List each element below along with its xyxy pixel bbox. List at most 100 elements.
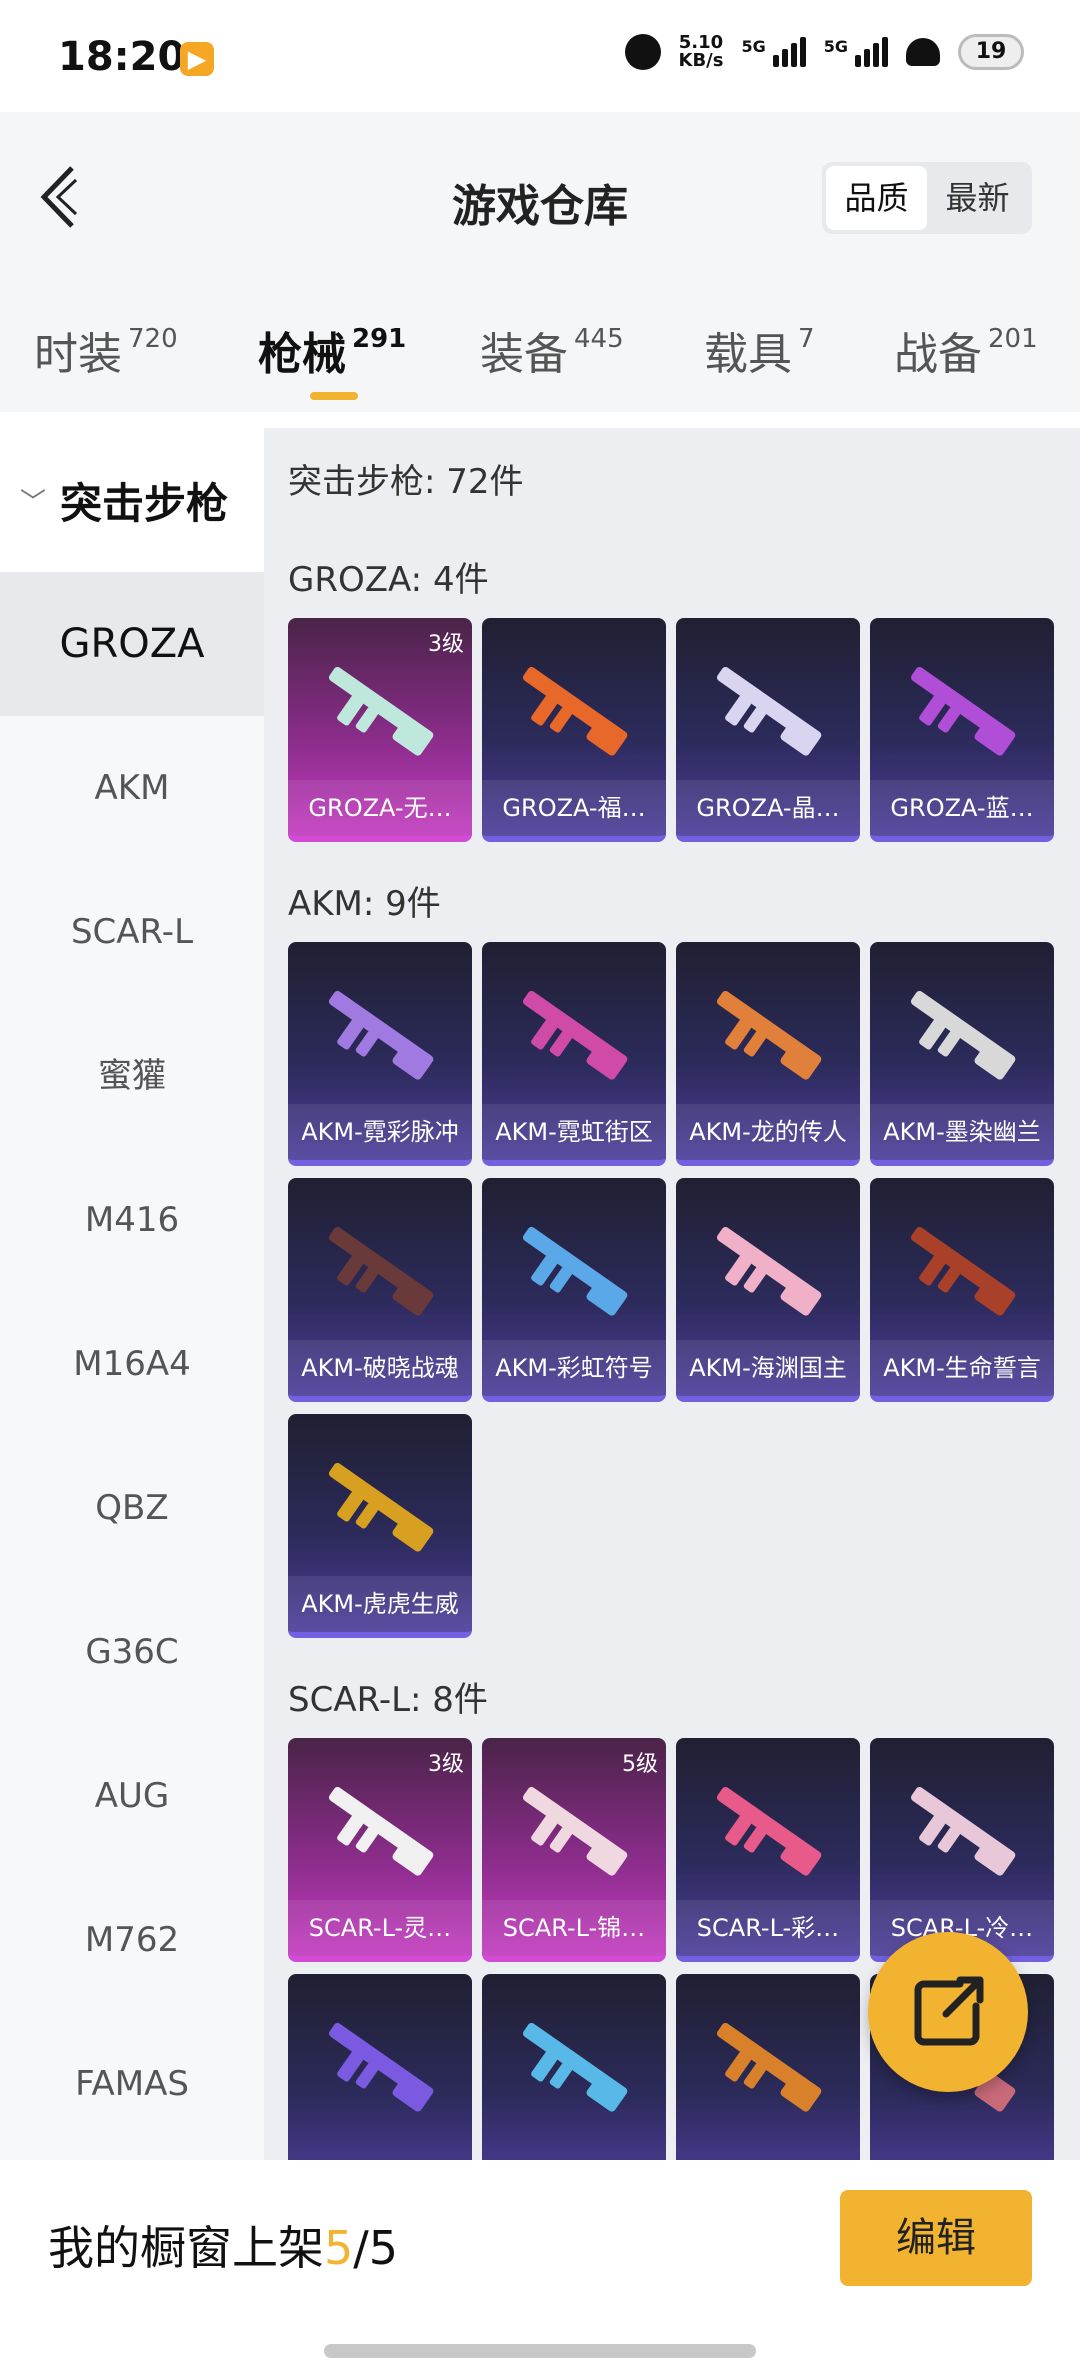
tab-supplies[interactable]: 战备 201 (894, 318, 1038, 382)
sort-quality-button[interactable]: 品质 (826, 166, 927, 230)
status-time: 18:20 (58, 34, 186, 80)
sidebar-item-m762[interactable]: M762 (0, 1868, 264, 2012)
weapon-skin-icon (910, 990, 1016, 1080)
app-notification-icon: ▶ (180, 42, 214, 76)
weapon-card[interactable]: SCAR-L-冷… (870, 1738, 1054, 1962)
card-name: AKM-生命誓言 (870, 1340, 1054, 1396)
weapon-skin-icon (716, 1226, 822, 1316)
card-name: AKM-龙的传人 (676, 1104, 860, 1160)
weapon-skin-icon (328, 1786, 434, 1876)
network-speed: 5.10 KB/s (678, 32, 724, 71)
sidebar-item-m416[interactable]: M416 (0, 1148, 264, 1292)
weapon-card[interactable]: GROZA-晶… (676, 618, 860, 842)
sidebar-item-honey-badger[interactable]: 蜜獾 (0, 1004, 264, 1148)
weapon-skin-icon (716, 666, 822, 756)
sidebar-item-groza[interactable]: GROZA (0, 572, 264, 716)
card-name: SCAR-L-灵… (288, 1900, 472, 1956)
weapon-skin-icon (716, 2022, 822, 2112)
weapon-skin-icon (328, 1462, 434, 1552)
showcase-bar: 我的橱窗上架5/5 编辑 (0, 2160, 1080, 2376)
weapon-card[interactable]: AKM-彩虹符号 (482, 1178, 666, 1402)
section-title-groza: GROZA: 4件 (288, 560, 489, 600)
weapon-card[interactable]: 3级 GROZA-无… (288, 618, 472, 842)
sort-newest-button[interactable]: 最新 (927, 166, 1028, 230)
showcase-count: 我的橱窗上架5/5 (48, 2221, 399, 2275)
card-name: GROZA-福… (482, 780, 666, 836)
weapon-skin-icon (328, 990, 434, 1080)
active-tab-indicator (310, 392, 358, 400)
weapon-skin-icon (716, 990, 822, 1080)
weapon-grid: 突击步枪: 72件 GROZA: 4件 AKM: 9件 SCAR-L: 8件 3… (264, 428, 1080, 2160)
card-name: AKM-海渊国主 (676, 1340, 860, 1396)
weapon-card[interactable] (288, 1974, 472, 2160)
weapon-card[interactable]: GROZA-福… (482, 618, 666, 842)
weapon-skin-icon (328, 2022, 434, 2112)
weapon-card[interactable]: GROZA-蓝… (870, 618, 1054, 842)
sidebar-item-scar-l[interactable]: SCAR-L (0, 860, 264, 1004)
weapon-skin-icon (328, 666, 434, 756)
card-name: AKM-虎虎生威 (288, 1576, 472, 1632)
status-bar: 18:20 ▶ 5.10 KB/s 5G 5G 19 (0, 0, 1080, 112)
weapon-skin-icon (328, 1226, 434, 1316)
section-title-akm: AKM: 9件 (288, 884, 441, 924)
wifi-icon (906, 38, 940, 66)
edit-button[interactable]: 编辑 (840, 2190, 1032, 2286)
weapon-card[interactable]: AKM-破晓战魂 (288, 1178, 472, 1402)
share-button[interactable] (868, 1932, 1028, 2092)
weapon-skin-icon (522, 1786, 628, 1876)
card-name: AKM-墨染幽兰 (870, 1104, 1054, 1160)
app-screen: { "status": {"time":"18:20","speed":"5.1… (0, 0, 1080, 2376)
sort-toggle: 品质 最新 (822, 162, 1032, 234)
sidebar-item-akm[interactable]: AKM (0, 716, 264, 860)
chevron-down-icon: ﹀ (20, 487, 47, 518)
tab-vehicles[interactable]: 载具 7 (704, 318, 815, 382)
card-name: AKM-霓彩脉冲 (288, 1104, 472, 1160)
card-name: SCAR-L-彩… (676, 1900, 860, 1956)
sidebar-item-aug[interactable]: AUG (0, 1724, 264, 1868)
weapon-card[interactable]: AKM-霓彩脉冲 (288, 942, 472, 1166)
weapon-card[interactable]: 3级 SCAR-L-灵… (288, 1738, 472, 1962)
card-level-badge: 3级 (428, 1752, 464, 1777)
weapon-skin-icon (522, 1226, 628, 1316)
alarm-icon (624, 34, 661, 70)
weapon-skin-icon (910, 1786, 1016, 1876)
card-name: GROZA-无… (288, 780, 472, 836)
weapon-card[interactable]: AKM-霓虹街区 (482, 942, 666, 1166)
card-name: AKM-彩虹符号 (482, 1340, 666, 1396)
weapon-skin-icon (716, 1786, 822, 1876)
tab-guns[interactable]: 枪械 291 (258, 318, 406, 382)
signal-icon: 5G (741, 37, 806, 67)
category-tabs: 时装 720 枪械 291 装备 445 载具 7 战备 201 (0, 318, 1080, 410)
weapon-skin-icon (522, 2022, 628, 2112)
sidebar-item-qbz[interactable]: QBZ (0, 1436, 264, 1580)
weapon-sidebar: ﹀ 突击步枪 GROZA AKM SCAR-L 蜜獾 M416 M16A4 QB… (0, 428, 264, 2160)
card-level-badge: 5级 (622, 1752, 658, 1777)
weapon-card[interactable]: 5级 SCAR-L-锦… (482, 1738, 666, 1962)
weapon-card[interactable] (482, 1974, 666, 2160)
card-name: AKM-霓虹街区 (482, 1104, 666, 1160)
weapon-card[interactable]: AKM-墨染幽兰 (870, 942, 1054, 1166)
card-name: GROZA-蓝… (870, 780, 1054, 836)
weapon-skin-icon (522, 666, 628, 756)
card-name: AKM-破晓战魂 (288, 1340, 472, 1396)
weapon-skin-icon (910, 666, 1016, 756)
weapon-card[interactable]: AKM-生命誓言 (870, 1178, 1054, 1402)
weapon-card[interactable]: SCAR-L-彩… (676, 1738, 860, 1962)
weapon-card[interactable]: AKM-龙的传人 (676, 942, 860, 1166)
weapon-card[interactable]: AKM-虎虎生威 (288, 1414, 472, 1638)
section-title-scar-l: SCAR-L: 8件 (288, 1680, 488, 1720)
sidebar-category-header[interactable]: ﹀ 突击步枪 (0, 428, 264, 572)
sidebar-item-m16a4[interactable]: M16A4 (0, 1292, 264, 1436)
card-level-badge: 3级 (428, 632, 464, 657)
signal-icon-2: 5G (824, 37, 888, 67)
card-name: GROZA-晶… (676, 780, 860, 836)
sidebar-item-famas[interactable]: FAMAS (0, 2012, 264, 2156)
sidebar-item-g36c[interactable]: G36C (0, 1580, 264, 1724)
weapon-card[interactable]: AKM-海渊国主 (676, 1178, 860, 1402)
tab-fashion[interactable]: 时装 720 (34, 318, 178, 382)
weapon-card[interactable] (676, 1974, 860, 2160)
battery-icon: 19 (958, 34, 1024, 70)
tab-equipment[interactable]: 装备 445 (480, 318, 624, 382)
weapon-skin-icon (522, 990, 628, 1080)
summary-count: 突击步枪: 72件 (288, 462, 524, 502)
